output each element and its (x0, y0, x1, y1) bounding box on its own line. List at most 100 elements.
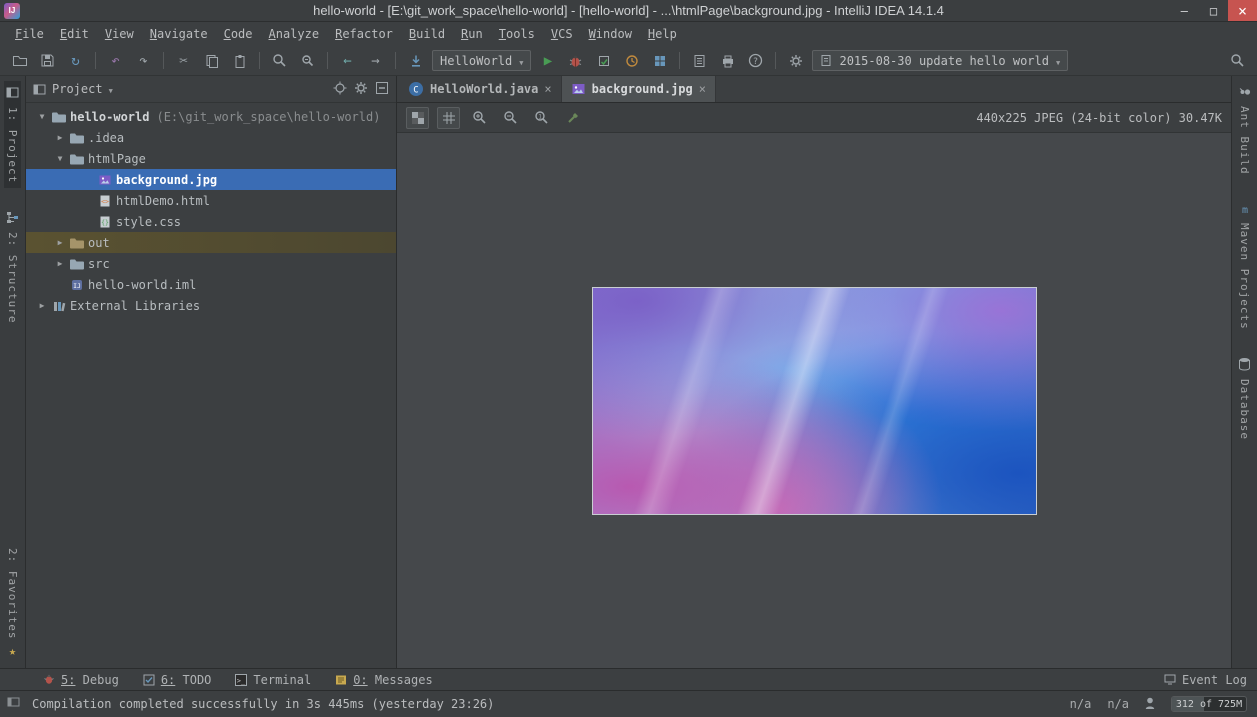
menu-edit[interactable]: Edit (53, 25, 96, 43)
chevron-collapsed-icon[interactable] (34, 301, 50, 310)
chevron-expanded-icon[interactable] (34, 112, 50, 121)
zoom-out-icon[interactable] (499, 107, 522, 129)
hector-icon[interactable] (1145, 697, 1155, 712)
tree-item-style-css[interactable]: {} style.css (26, 211, 396, 232)
debug-icon[interactable] (564, 50, 587, 72)
menu-help[interactable]: Help (641, 25, 684, 43)
tool-button-ant-build[interactable]: Ant Build (1236, 81, 1253, 180)
open-project-icon[interactable] (8, 50, 31, 72)
tree-item-htmldemo-html[interactable]: <> htmlDemo.html (26, 190, 396, 211)
svg-text:<>: <> (101, 197, 109, 205)
synchronize-icon[interactable]: ↻ (64, 50, 87, 72)
debug-icon (43, 674, 55, 685)
cut-icon[interactable]: ✂ (172, 50, 195, 72)
menu-vcs[interactable]: VCS (544, 25, 580, 43)
tree-item-hello-world[interactable]: hello-world (E:\git_work_space\hello-wor… (26, 106, 396, 127)
menu-refactor[interactable]: Refactor (328, 25, 400, 43)
undo-icon[interactable]: ↶ (104, 50, 127, 72)
paste-icon[interactable] (228, 50, 251, 72)
menu-tools[interactable]: Tools (492, 25, 542, 43)
menu-navigate[interactable]: Navigate (143, 25, 215, 43)
image-file-icon (96, 173, 114, 187)
encoding-indicator[interactable]: n/a (1107, 697, 1129, 711)
chevron-expanded-icon[interactable] (52, 154, 68, 163)
menu-build[interactable]: Build (402, 25, 452, 43)
vcs-message-combo[interactable]: 2015-08-30 update hello world (812, 50, 1068, 71)
image-file-icon (571, 82, 586, 96)
folder-icon (68, 131, 86, 145)
save-all-icon[interactable] (36, 50, 59, 72)
menu-view[interactable]: View (98, 25, 141, 43)
tool-button-database[interactable]: Database (1236, 352, 1253, 445)
settings-gear-icon[interactable] (354, 81, 368, 98)
event-log-button[interactable]: Event Log (1164, 673, 1247, 687)
page-icon[interactable] (688, 50, 711, 72)
terminal-icon: >_ (235, 674, 247, 686)
event-log-label: Event Log (1182, 673, 1247, 687)
tool-button-favorites[interactable]: 2: Favorites (4, 543, 21, 663)
copy-icon[interactable] (200, 50, 223, 72)
menu-window[interactable]: Window (582, 25, 639, 43)
profiler-icon[interactable] (620, 50, 643, 72)
memory-indicator[interactable]: 312 of 725M (1171, 696, 1247, 712)
tool-button-structure[interactable]: 2: Structure (4, 206, 21, 328)
minimize-button[interactable] (1170, 0, 1199, 21)
locate-icon[interactable] (333, 81, 347, 98)
chevron-collapsed-icon[interactable] (52, 238, 68, 247)
menu-code[interactable]: Code (217, 25, 260, 43)
tool-button-terminal[interactable]: >_ Terminal (226, 669, 320, 690)
hide-tool-windows-icon[interactable] (7, 697, 20, 711)
printer-icon[interactable] (716, 50, 739, 72)
svg-text:IJ: IJ (73, 282, 81, 290)
tool-button-project[interactable]: 1: Project (4, 81, 21, 188)
tree-item-external-libraries[interactable]: External Libraries (26, 295, 396, 316)
tree-item-hello-world-iml[interactable]: IJ hello-world.iml (26, 274, 396, 295)
tool-button-maven-projects[interactable]: m Maven Projects (1236, 198, 1253, 335)
project-view-combo[interactable]: Project (33, 82, 113, 96)
forward-icon[interactable]: → (364, 50, 387, 72)
svg-text:m: m (1241, 205, 1247, 215)
menu-run[interactable]: Run (454, 25, 490, 43)
close-tab-icon[interactable] (544, 82, 551, 96)
tree-item-label: hello-world (70, 110, 149, 124)
tab-background-jpg[interactable]: background.jpg (562, 76, 716, 102)
tab-helloworld-java[interactable]: C HelloWorld.java (399, 76, 562, 102)
help-icon[interactable]: ? (744, 50, 767, 72)
zoom-in-icon[interactable] (468, 107, 491, 129)
replace-icon[interactable] (296, 50, 319, 72)
close-button[interactable] (1228, 0, 1257, 21)
redo-icon[interactable]: ↷ (132, 50, 155, 72)
menu-bar: File Edit View Navigate Code Analyze Ref… (0, 22, 1257, 46)
settings-gear-icon[interactable] (784, 50, 807, 72)
menu-analyze[interactable]: Analyze (262, 25, 327, 43)
dashboard-grid-icon[interactable] (648, 50, 671, 72)
tree-item-idea-folder[interactable]: .idea (26, 127, 396, 148)
close-tab-icon[interactable] (699, 82, 706, 96)
chevron-collapsed-icon[interactable] (52, 259, 68, 268)
search-everywhere-icon[interactable] (1226, 50, 1249, 72)
maximize-button[interactable] (1199, 0, 1228, 21)
tree-item-background-jpg[interactable]: background.jpg (26, 169, 396, 190)
tool-button-messages[interactable]: 0: Messages (326, 669, 441, 690)
actual-size-icon[interactable]: 1 (530, 107, 553, 129)
find-icon[interactable] (268, 50, 291, 72)
run-icon[interactable]: ▶ (536, 50, 559, 72)
tree-item-out-folder[interactable]: out (26, 232, 396, 253)
tab-label: HelloWorld.java (430, 82, 538, 96)
collapse-all-icon[interactable] (375, 81, 389, 98)
run-config-combo[interactable]: HelloWorld (432, 50, 531, 71)
toolbar-separator (163, 52, 164, 69)
tool-button-debug[interactable]: 5: Debug (34, 669, 128, 690)
transparency-checkerboard-icon[interactable] (406, 107, 429, 129)
compile-icon[interactable] (404, 50, 427, 72)
color-picker-icon[interactable] (561, 107, 584, 129)
chevron-collapsed-icon[interactable] (52, 133, 68, 142)
line-separator-indicator[interactable]: n/a (1070, 697, 1092, 711)
coverage-icon[interactable] (592, 50, 615, 72)
tree-item-htmlpage-folder[interactable]: htmlPage (26, 148, 396, 169)
menu-file[interactable]: File (8, 25, 51, 43)
tool-button-todo[interactable]: 6: TODO (134, 669, 221, 690)
back-icon[interactable]: ← (336, 50, 359, 72)
grid-toggle-icon[interactable] (437, 107, 460, 129)
tree-item-src-folder[interactable]: src (26, 253, 396, 274)
